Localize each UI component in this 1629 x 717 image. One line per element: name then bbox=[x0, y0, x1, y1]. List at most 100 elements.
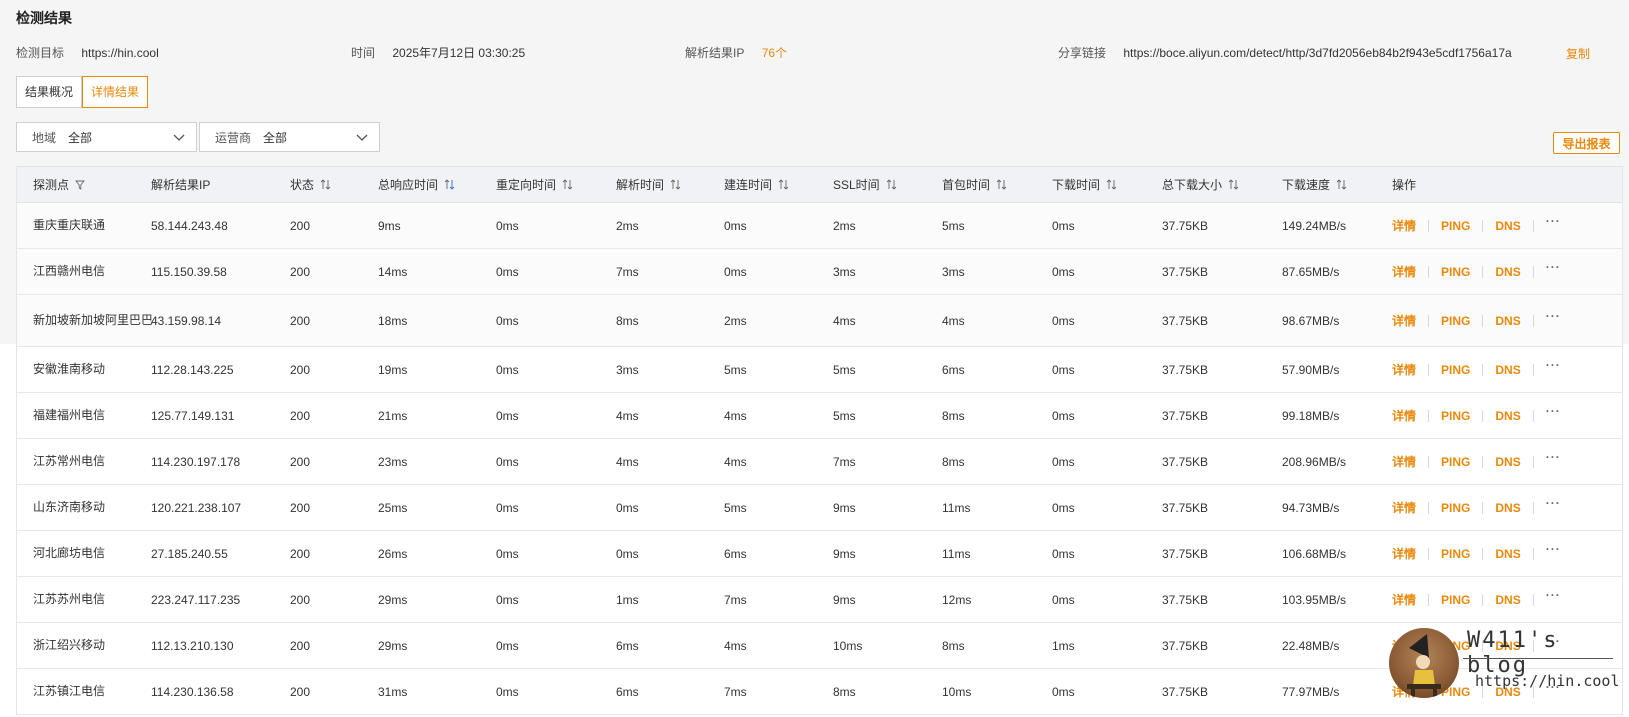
cell-download-text: 0ms bbox=[1052, 362, 1075, 377]
sort-icon[interactable] bbox=[444, 179, 455, 190]
col-probe[interactable]: 探测点 bbox=[17, 176, 135, 193]
more-actions-icon[interactable]: ··· bbox=[1546, 681, 1561, 693]
region-filter-select[interactable]: 地域 全部 bbox=[16, 122, 197, 152]
col-download-time-label: 下载时间 bbox=[1052, 178, 1101, 192]
ping-link[interactable]: PING bbox=[1441, 265, 1470, 279]
dns-link[interactable]: DNS bbox=[1495, 363, 1520, 377]
more-actions-icon[interactable]: ··· bbox=[1546, 310, 1561, 322]
row-actions: 详情 PING DNS ··· bbox=[1376, 451, 1621, 470]
col-first-byte-time[interactable]: 首包时间 bbox=[926, 176, 1036, 193]
ping-link[interactable]: PING bbox=[1441, 547, 1470, 561]
share-link-value[interactable]: https://boce.aliyun.com/detect/http/3d7f… bbox=[1123, 46, 1511, 60]
detect-time: 时间 2025年7月12日 03:30:25 bbox=[351, 44, 525, 61]
ping-link[interactable]: PING bbox=[1441, 639, 1470, 653]
dns-link[interactable]: DNS bbox=[1495, 314, 1520, 328]
cell-download-text: 0ms bbox=[1052, 592, 1075, 607]
more-actions-icon[interactable]: ··· bbox=[1546, 359, 1561, 371]
cell-total: 9ms bbox=[362, 219, 480, 233]
dns-link[interactable]: DNS bbox=[1495, 547, 1520, 561]
dns-link[interactable]: DNS bbox=[1495, 409, 1520, 423]
sort-icon[interactable] bbox=[1336, 179, 1347, 190]
cell-probe: 新加坡新加坡阿里巴巴 bbox=[17, 312, 153, 329]
action-separator bbox=[1532, 639, 1534, 652]
detail-link[interactable]: 详情 bbox=[1392, 453, 1416, 470]
more-actions-icon[interactable]: ··· bbox=[1546, 635, 1561, 647]
dns-link[interactable]: DNS bbox=[1495, 593, 1520, 607]
col-connect-time-label: 建连时间 bbox=[724, 178, 773, 192]
cell-total: 19ms bbox=[362, 363, 480, 377]
cell-speed: 87.65MB/s bbox=[1266, 265, 1376, 279]
sort-icon[interactable] bbox=[562, 179, 573, 190]
col-redirect-time[interactable]: 重定向时间 bbox=[480, 176, 600, 193]
ping-link[interactable]: PING bbox=[1441, 219, 1470, 233]
col-download-speed[interactable]: 下载速度 bbox=[1266, 176, 1376, 193]
resolved-ip-value: 76个 bbox=[761, 46, 788, 60]
ping-link[interactable]: PING bbox=[1441, 593, 1470, 607]
more-actions-icon[interactable]: ··· bbox=[1546, 405, 1561, 417]
detail-link[interactable]: 详情 bbox=[1392, 683, 1416, 700]
isp-filter-select[interactable]: 运营商 全部 bbox=[199, 122, 380, 152]
cell-speed-text: 22.48MB/s bbox=[1282, 638, 1340, 653]
sort-icon[interactable] bbox=[996, 179, 1007, 190]
col-first-byte-time-label: 首包时间 bbox=[942, 178, 991, 192]
region-filter-value: 全部 bbox=[68, 130, 93, 145]
cell-size: 37.75KB bbox=[1146, 501, 1266, 515]
detail-link[interactable]: 详情 bbox=[1392, 263, 1416, 280]
col-total-time[interactable]: 总响应时间 bbox=[362, 176, 480, 193]
ping-link[interactable]: PING bbox=[1441, 409, 1470, 423]
dns-link[interactable]: DNS bbox=[1495, 265, 1520, 279]
col-ip: 解析结果IP bbox=[135, 176, 274, 193]
tab-overview[interactable]: 结果概况 bbox=[16, 76, 83, 108]
col-connect-time[interactable]: 建连时间 bbox=[708, 176, 817, 193]
sort-icon[interactable] bbox=[670, 179, 681, 190]
detail-link[interactable]: 详情 bbox=[1392, 361, 1416, 378]
sort-icon[interactable] bbox=[886, 179, 897, 190]
more-actions-icon[interactable]: ··· bbox=[1546, 543, 1561, 555]
detail-link[interactable]: 详情 bbox=[1392, 591, 1416, 608]
dns-link[interactable]: DNS bbox=[1495, 639, 1520, 653]
filter-icon[interactable] bbox=[75, 180, 85, 190]
cell-status: 200 bbox=[274, 363, 362, 377]
col-download-time[interactable]: 下载时间 bbox=[1036, 176, 1146, 193]
detail-link[interactable]: 详情 bbox=[1392, 407, 1416, 424]
region-filter-label: 地域 bbox=[32, 130, 57, 145]
action-separator bbox=[1482, 265, 1484, 278]
col-download-size[interactable]: 总下载大小 bbox=[1146, 176, 1266, 193]
col-status[interactable]: 状态 bbox=[274, 176, 362, 193]
detail-link[interactable]: 详情 bbox=[1392, 545, 1416, 562]
sort-icon[interactable] bbox=[320, 179, 331, 190]
sort-icon[interactable] bbox=[1106, 179, 1117, 190]
col-ssl-time-label: SSL时间 bbox=[833, 178, 880, 192]
detail-link[interactable]: 详情 bbox=[1392, 312, 1416, 329]
more-actions-icon[interactable]: ··· bbox=[1546, 261, 1561, 273]
dns-link[interactable]: DNS bbox=[1495, 455, 1520, 469]
ping-link[interactable]: PING bbox=[1441, 685, 1470, 699]
sort-icon[interactable] bbox=[778, 179, 789, 190]
sort-icon[interactable] bbox=[1228, 179, 1239, 190]
ping-link[interactable]: PING bbox=[1441, 455, 1470, 469]
detail-link[interactable]: 详情 bbox=[1392, 499, 1416, 516]
detail-link[interactable]: 详情 bbox=[1392, 637, 1416, 654]
dns-link[interactable]: DNS bbox=[1495, 685, 1520, 699]
more-actions-icon[interactable]: ··· bbox=[1546, 497, 1561, 509]
col-resolve-time[interactable]: 解析时间 bbox=[600, 176, 708, 193]
dns-link[interactable]: DNS bbox=[1495, 501, 1520, 515]
copy-button[interactable]: 复制 bbox=[1566, 45, 1590, 62]
col-download-size-label: 总下载大小 bbox=[1162, 178, 1223, 192]
more-actions-icon[interactable]: ··· bbox=[1546, 215, 1561, 227]
ping-link[interactable]: PING bbox=[1441, 363, 1470, 377]
dns-link[interactable]: DNS bbox=[1495, 219, 1520, 233]
col-ssl-time[interactable]: SSL时间 bbox=[817, 176, 926, 193]
detail-link[interactable]: 详情 bbox=[1392, 217, 1416, 234]
cell-ip-text: 120.221.238.107 bbox=[151, 500, 242, 515]
export-report-button[interactable]: 导出报表 bbox=[1553, 132, 1620, 154]
cell-download-text: 0ms bbox=[1052, 218, 1075, 233]
cell-probe: 福建福州电信 bbox=[17, 407, 135, 424]
tab-details[interactable]: 详情结果 bbox=[82, 76, 149, 108]
cell-status-text: 200 bbox=[290, 592, 311, 607]
cell-probe: 山东济南移动 bbox=[17, 499, 135, 516]
more-actions-icon[interactable]: ··· bbox=[1546, 451, 1561, 463]
ping-link[interactable]: PING bbox=[1441, 314, 1470, 328]
more-actions-icon[interactable]: ··· bbox=[1546, 589, 1561, 601]
ping-link[interactable]: PING bbox=[1441, 501, 1470, 515]
